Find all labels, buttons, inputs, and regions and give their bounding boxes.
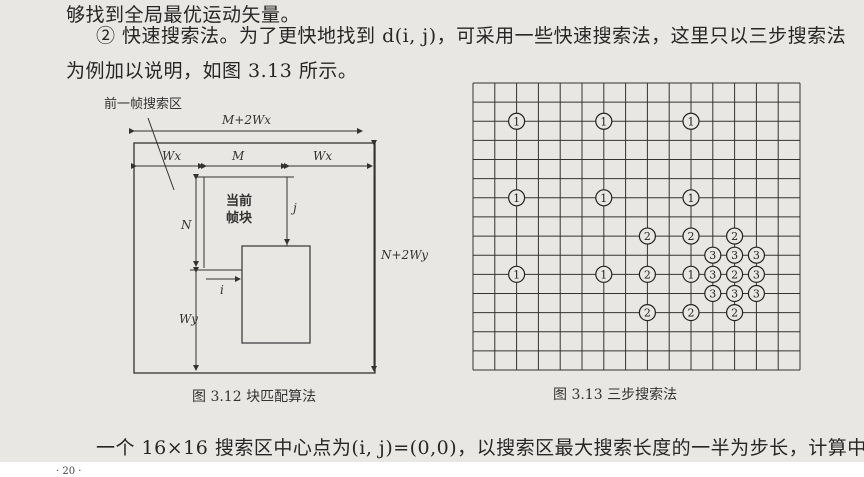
step3-point: 3 (725, 246, 744, 264)
step3-point: 3 (747, 265, 766, 283)
figure-3-13-caption: 图 3.13 三步搜索法 (553, 386, 677, 403)
step2-point: 2 (682, 227, 700, 245)
svg-text:2: 2 (644, 307, 651, 320)
svg-text:3: 3 (709, 268, 716, 281)
step2-point: 2 (638, 227, 657, 245)
step2-point: 2 (682, 304, 700, 322)
svg-text:2: 2 (644, 230, 651, 243)
step3-point: 3 (704, 246, 722, 264)
step1-point: 1 (595, 265, 613, 283)
step2-point: 2 (638, 304, 657, 322)
step1-point: 1 (595, 189, 613, 207)
step1-point: 1 (507, 189, 526, 207)
svg-text:3: 3 (731, 249, 738, 262)
svg-text:1: 1 (600, 115, 607, 128)
step2-point: 2 (725, 227, 744, 245)
document-page: 够找到全局最优运动矢量。 ② 快速搜索法。为了更快地找到 d(i, j)，可采用… (0, 0, 864, 477)
svg-text:1: 1 (688, 192, 695, 205)
page-number: · 20 · (56, 466, 82, 477)
step3-point: 3 (747, 284, 766, 303)
svg-text:3: 3 (753, 287, 760, 300)
svg-text:1: 1 (688, 268, 695, 281)
figure-3-13: 1 1 1 1 1 1 1 1 1 2 2 2 2 2 2 2 2 3 3 3 3 3 3 3 3 图 3.13 三步搜索法 (472, 82, 801, 403)
page-edge (0, 462, 864, 477)
svg-text:1: 1 (688, 115, 695, 128)
step3-point: 3 (725, 284, 744, 303)
svg-text:3: 3 (709, 249, 716, 262)
step1-point: 1 (507, 112, 526, 130)
svg-text:1: 1 (513, 115, 520, 128)
svg-text:1: 1 (513, 192, 520, 205)
svg-text:3: 3 (731, 287, 738, 300)
svg-text:2: 2 (688, 307, 695, 320)
step2-point: 2 (725, 304, 744, 322)
svg-text:3: 3 (709, 287, 716, 300)
step2-point: 2 (725, 265, 744, 283)
svg-text:1: 1 (600, 192, 607, 205)
step1-point: 1 (595, 112, 613, 130)
step1-point: 1 (682, 112, 700, 130)
svg-text:1: 1 (600, 268, 607, 281)
svg-text:2: 2 (731, 268, 738, 281)
text-line-bottom: 一个 16×16 搜索区中心点为(i, j)=(0,0)，以搜索区最大搜索长度的… (96, 437, 864, 459)
svg-text:2: 2 (731, 230, 738, 243)
step2-point: 2 (638, 265, 657, 283)
svg-text:3: 3 (753, 268, 760, 281)
step1-point: 1 (507, 265, 526, 283)
svg-text:1: 1 (513, 268, 520, 281)
svg-text:2: 2 (644, 268, 651, 281)
step1-point: 1 (682, 265, 700, 283)
step1-point: 1 (682, 189, 700, 207)
svg-text:3: 3 (753, 249, 760, 262)
svg-text:2: 2 (731, 307, 738, 320)
svg-text:2: 2 (688, 230, 695, 243)
step3-point: 3 (747, 246, 766, 264)
step3-point: 3 (704, 284, 722, 303)
step3-point: 3 (704, 265, 722, 283)
